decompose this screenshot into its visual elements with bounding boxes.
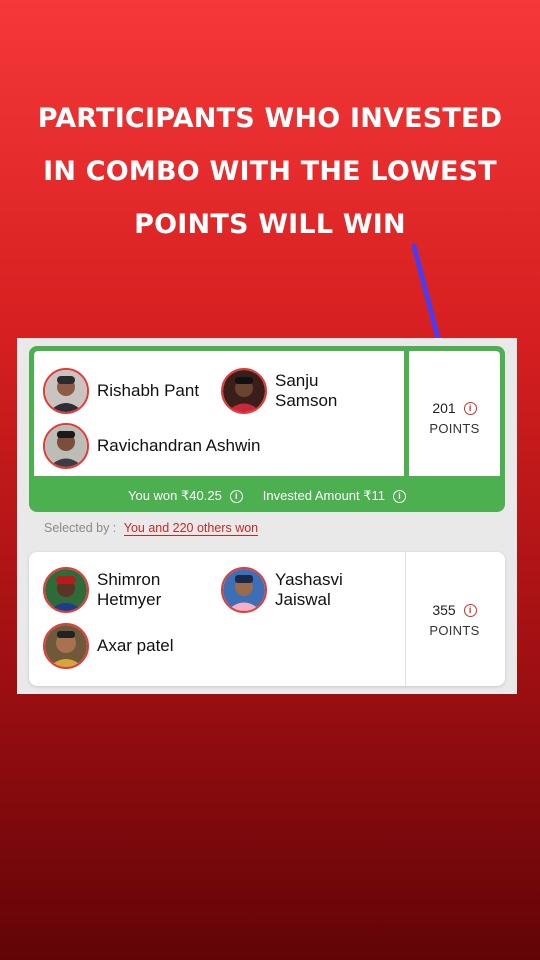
selected-by-link[interactable]: You and 220 others won bbox=[123, 521, 259, 536]
points-panel: 201 i POINTS bbox=[409, 351, 500, 476]
player-name: Ravichandran Ashwin bbox=[97, 436, 261, 455]
points-value: 355 bbox=[432, 602, 456, 618]
combo-card-winner[interactable]: Rishabh Pant Sanju Samson Ravichandran A… bbox=[29, 346, 505, 512]
info-icon[interactable]: i bbox=[463, 401, 477, 415]
player-avatar bbox=[43, 423, 89, 469]
selected-by-row: Selected by : You and 220 others won bbox=[44, 521, 259, 536]
player-yashasvi-jaiswal[interactable]: Yashasvi Jaiswal bbox=[221, 567, 355, 613]
info-icon[interactable]: i bbox=[393, 489, 407, 503]
invested-amount: Invested Amount ₹11 i bbox=[262, 488, 407, 504]
combo-players: Rishabh Pant Sanju Samson Ravichandran A… bbox=[34, 351, 404, 476]
player-sanju-samson[interactable]: Sanju Samson bbox=[221, 368, 345, 414]
info-icon[interactable]: i bbox=[463, 603, 477, 617]
combo-panel: Rishabh Pant Sanju Samson Ravichandran A… bbox=[17, 338, 517, 694]
player-name: Shimron Hetmyer bbox=[97, 570, 162, 609]
player-rishabh-pant[interactable]: Rishabh Pant bbox=[43, 368, 199, 414]
combo-card[interactable]: Shimron Hetmyer Yashasvi Jaiswal Axar pa… bbox=[29, 552, 505, 686]
player-avatar bbox=[43, 368, 89, 414]
points-label: POINTS bbox=[429, 421, 480, 436]
headline: PARTICIPANTS WHO INVESTED IN COMBO WITH … bbox=[20, 92, 520, 251]
player-shimron-hetmyer[interactable]: Shimron Hetmyer bbox=[43, 567, 177, 613]
won-text: You won ₹40.25 bbox=[127, 488, 222, 503]
player-avatar bbox=[221, 368, 267, 414]
player-avatar bbox=[221, 567, 267, 613]
selected-by-label: Selected by : bbox=[44, 521, 117, 535]
player-name: Yashasvi Jaiswal bbox=[275, 570, 343, 609]
points-label: POINTS bbox=[429, 623, 480, 638]
player-avatar bbox=[43, 623, 89, 669]
won-amount: You won ₹40.25 i bbox=[128, 488, 243, 504]
info-icon[interactable]: i bbox=[229, 489, 243, 503]
points-box: 355 i POINTS bbox=[409, 602, 500, 638]
player-name: Sanju Samson bbox=[275, 371, 338, 410]
headline-line-1: PARTICIPANTS WHO INVESTED bbox=[37, 103, 503, 134]
headline-line-2: IN COMBO WITH THE LOWEST bbox=[43, 156, 497, 187]
points-box: 201 i POINTS bbox=[409, 400, 500, 436]
player-avatar bbox=[43, 567, 89, 613]
divider bbox=[405, 552, 406, 686]
player-name: Axar patel bbox=[97, 636, 174, 655]
winnings-footer: You won ₹40.25 i Invested Amount ₹11 i bbox=[29, 486, 505, 506]
player-ravichandran-ashwin[interactable]: Ravichandran Ashwin bbox=[43, 423, 260, 469]
invested-text: Invested Amount ₹11 bbox=[262, 488, 386, 503]
player-name: Rishabh Pant bbox=[97, 381, 200, 400]
points-value: 201 bbox=[432, 400, 456, 416]
player-axar-patel[interactable]: Axar patel bbox=[43, 623, 174, 669]
